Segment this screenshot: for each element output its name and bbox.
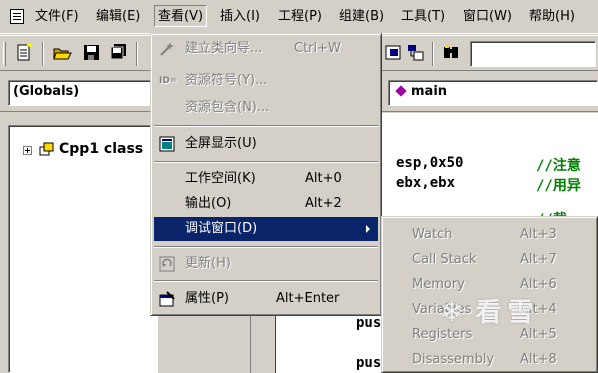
toolbar-separator	[42, 42, 44, 66]
code-comment: //用异	[536, 178, 581, 194]
menu-view[interactable]: 查看(V)	[154, 5, 208, 27]
menu-item-properties[interactable]: 属性(P) Alt+Enter	[154, 287, 378, 311]
menu-edit[interactable]: 编辑(E)	[93, 6, 143, 28]
new-file-icon[interactable]	[14, 43, 34, 63]
function-member-icon	[395, 85, 407, 97]
toolbar-separator	[432, 42, 434, 66]
full-screen-icon	[159, 136, 175, 152]
submenu-item-disassembly[interactable]: Disassembly Alt+8	[385, 347, 595, 372]
menu-separator	[154, 246, 378, 248]
save-all-icon[interactable]	[108, 43, 128, 63]
menu-separator	[154, 280, 378, 282]
menu-window[interactable]: 窗口(W)	[460, 6, 515, 28]
toolbar-grip[interactable]	[3, 42, 6, 66]
workspace-toggle-icon[interactable]	[406, 43, 426, 63]
menu-build[interactable]: 组建(B)	[336, 6, 387, 28]
code-line: pus	[356, 315, 382, 331]
binoculars-icon[interactable]	[442, 43, 462, 63]
menu-item-output[interactable]: 输出(O) Alt+2	[154, 192, 378, 216]
submenu-item-watch[interactable]: Watch Alt+3	[385, 222, 595, 247]
properties-icon	[159, 291, 175, 307]
save-icon[interactable]	[82, 43, 102, 63]
class-view-icon	[39, 142, 55, 158]
resource-symbols-icon: ID=	[159, 76, 178, 86]
submenu-arrow-icon	[366, 225, 370, 233]
submenu-item-call-stack[interactable]: Call Stack Alt+7	[385, 247, 595, 272]
menu-item-full-screen[interactable]: 全屏显示(U)	[154, 132, 378, 156]
tree-root-label[interactable]: Cpp1 class	[59, 141, 143, 157]
view-menu-dropdown: 建立类向导... Ctrl+W ID= 资源符号(Y)... 资源包含(N)..…	[150, 33, 382, 316]
find-combo-input[interactable]	[470, 41, 596, 67]
refresh-icon	[159, 256, 175, 272]
code-line: pus	[356, 355, 382, 371]
document-icon[interactable]	[10, 9, 24, 24]
menu-insert[interactable]: 插入(I)	[217, 6, 263, 28]
find-in-files-icon[interactable]	[384, 43, 404, 63]
code-line: esp,0x50	[396, 155, 464, 171]
class-wizard-icon	[159, 41, 175, 57]
toolbar-separator	[136, 42, 138, 66]
menu-help[interactable]: 帮助(H)	[526, 6, 578, 28]
tree-expand-icon[interactable]	[23, 146, 32, 155]
code-comment: //注意	[536, 158, 581, 174]
menu-file[interactable]: 文件(F)	[32, 6, 82, 28]
menu-separator	[154, 125, 378, 127]
menu-item-debug-windows[interactable]: 调试窗口(D)	[154, 217, 378, 241]
menu-item-workspace[interactable]: 工作空间(K) Alt+0	[154, 167, 378, 191]
function-combo[interactable]: main	[388, 80, 598, 106]
menu-item-resource-includes[interactable]: 资源包含(N)...	[154, 96, 378, 120]
menu-item-refresh[interactable]: 更新(H)	[154, 252, 378, 276]
menu-item-resource-symbols[interactable]: ID= 资源符号(Y)...	[154, 69, 378, 93]
function-combo-label: main	[411, 84, 448, 99]
snowflake-icon: ❄	[440, 295, 470, 328]
watermark-logo: ❄ 看雪	[440, 292, 590, 342]
open-folder-icon[interactable]	[52, 43, 72, 63]
code-line: ebx,ebx	[396, 175, 456, 191]
workspace-tree[interactable]: Cpp1 class	[8, 125, 158, 373]
menu-separator	[154, 161, 378, 163]
menu-bar: 文件(F) 编辑(E) 查看(V) 插入(I) 工程(P) 组建(B) 工具(T…	[0, 0, 598, 34]
menu-tools[interactable]: 工具(T)	[398, 6, 448, 28]
watermark-text: 看雪	[475, 298, 540, 328]
menu-item-class-wizard[interactable]: 建立类向导... Ctrl+W	[154, 37, 378, 61]
menu-project[interactable]: 工程(P)	[275, 6, 325, 28]
